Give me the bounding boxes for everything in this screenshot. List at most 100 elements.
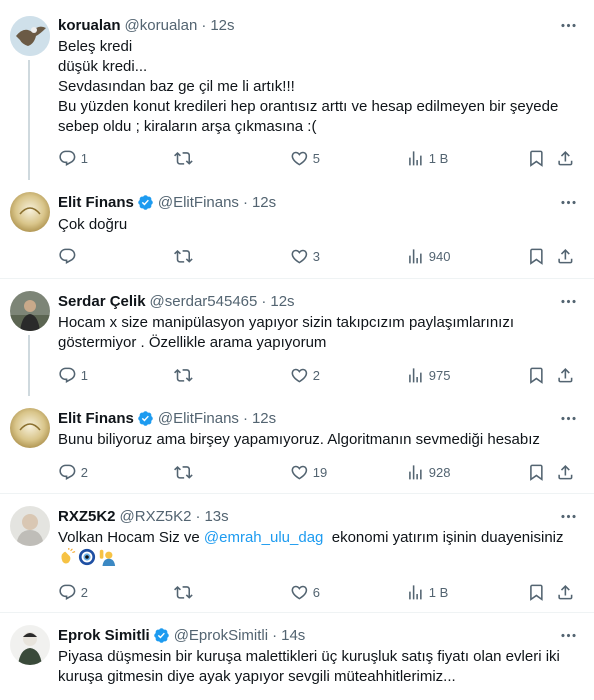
retweet-icon [174, 463, 193, 482]
author-handle[interactable]: @EprokSimitli [174, 627, 268, 644]
author-handle[interactable]: @ElitFinans [158, 410, 239, 427]
reply-icon [58, 583, 77, 602]
person-photo-avatar-image [10, 625, 50, 665]
tweet-serdar-celik[interactable]: Serdar Çelik @serdar545465 · 12s Hocam x… [0, 279, 594, 396]
views-button[interactable]: 928 [406, 462, 450, 482]
gold-logo-avatar-image [10, 192, 50, 232]
retweet-button[interactable] [174, 148, 193, 168]
tweet-text-part: ekonomi yatırım işinin duayenisiniz [323, 529, 564, 546]
retweet-icon [174, 149, 193, 168]
tweet-text: Beleş kredi düşük kredi... Sevdasından b… [58, 38, 559, 135]
views-button[interactable]: 1 B [406, 582, 448, 602]
author-handle[interactable]: @ElitFinans [158, 194, 239, 211]
like-button[interactable]: 5 [290, 148, 320, 168]
reply-count: 2 [80, 464, 88, 480]
reply-button[interactable]: 1 [58, 365, 88, 385]
tweet-text: Çok doğru [58, 216, 128, 233]
thread-line [28, 335, 30, 396]
bird-avatar-image [10, 16, 50, 56]
author-name[interactable]: Serdar Çelik [58, 293, 146, 310]
avatar[interactable] [10, 506, 50, 546]
views-button[interactable]: 975 [406, 365, 450, 385]
verified-badge-icon [137, 194, 154, 211]
retweet-icon [174, 583, 193, 602]
avatar[interactable] [10, 291, 50, 331]
bookmark-button[interactable] [527, 246, 546, 266]
tweet-korualan[interactable]: korualan @korualan · 12s Beleş kredi düş… [0, 0, 594, 182]
timestamp[interactable]: 12s [252, 194, 276, 211]
tweet-elitfinans-reply-1[interactable]: Elit Finans @ElitFinans · 12s Çok doğru … [0, 182, 594, 278]
tweet-rxz5k2[interactable]: RXZ5K2 @RXZ5K2 · 13s Volkan Hocam Siz ve… [0, 494, 594, 612]
avatar[interactable] [10, 192, 50, 232]
tweet-elitfinans-reply-2[interactable]: Elit Finans @ElitFinans · 12s Bunu biliy… [0, 396, 594, 493]
like-button[interactable]: 3 [290, 246, 320, 266]
more-options-button[interactable] [558, 15, 578, 35]
share-icon [556, 583, 575, 602]
share-button[interactable] [556, 148, 575, 168]
share-icon [556, 463, 575, 482]
tweet-eprok-simitli[interactable]: Eprok Simitli @EprokSimitli · 14s Piyasa… [0, 613, 594, 700]
views-button[interactable]: 940 [406, 246, 450, 266]
more-options-button[interactable] [558, 625, 578, 645]
share-icon [556, 366, 575, 385]
share-button[interactable] [556, 582, 575, 602]
author-name[interactable]: RXZ5K2 [58, 508, 116, 525]
verified-badge-icon [137, 410, 154, 427]
reply-icon [58, 366, 77, 385]
reply-icon [58, 463, 77, 482]
mention-link[interactable]: @emrah_ulu_dag [204, 529, 323, 546]
like-button[interactable]: 6 [290, 582, 320, 602]
bookmark-icon [527, 463, 546, 482]
timestamp[interactable]: 12s [210, 17, 234, 34]
retweet-button[interactable] [174, 462, 193, 482]
bookmark-button[interactable] [527, 148, 546, 168]
reply-button[interactable]: 2 [58, 582, 88, 602]
author-handle[interactable]: @serdar545465 [150, 293, 258, 310]
more-options-button[interactable] [558, 192, 578, 212]
timestamp[interactable]: 13s [204, 508, 228, 525]
avatar[interactable] [10, 625, 50, 665]
reply-button[interactable] [58, 246, 77, 266]
bookmark-button[interactable] [527, 582, 546, 602]
views-icon [406, 583, 425, 602]
retweet-button[interactable] [174, 365, 193, 385]
tweet-text: Piyasa düşmesin bir kuruşa malettikleri … [58, 648, 560, 685]
views-count: 928 [428, 464, 451, 480]
like-button[interactable]: 19 [290, 462, 327, 482]
more-icon [559, 292, 578, 311]
share-button[interactable] [556, 246, 575, 266]
more-options-button[interactable] [558, 506, 578, 526]
bookmark-button[interactable] [527, 365, 546, 385]
author-name[interactable]: Eprok Simitli [58, 627, 150, 644]
bookmark-button[interactable] [527, 462, 546, 482]
share-button[interactable] [556, 462, 575, 482]
author-handle[interactable]: @korualan [125, 17, 198, 34]
author-name[interactable]: Elit Finans [58, 410, 134, 427]
bookmark-icon [527, 583, 546, 602]
separator-dot: · [201, 16, 207, 34]
avatar[interactable] [10, 408, 50, 448]
timestamp[interactable]: 14s [281, 627, 305, 644]
retweet-icon [174, 247, 193, 266]
author-name[interactable]: korualan [58, 17, 121, 34]
like-button[interactable]: 2 [290, 365, 320, 385]
share-button[interactable] [556, 365, 575, 385]
person-photo-avatar-image [10, 506, 50, 546]
action-bar: 1 2 975 [58, 365, 582, 385]
views-button[interactable]: 1 B [406, 148, 448, 168]
like-count: 3 [312, 248, 320, 264]
views-count: 940 [428, 248, 451, 264]
views-count: 1 B [428, 150, 449, 166]
avatar[interactable] [10, 16, 50, 56]
author-name[interactable]: Elit Finans [58, 194, 134, 211]
more-options-button[interactable] [558, 291, 578, 311]
reply-button[interactable]: 1 [58, 148, 88, 168]
more-options-button[interactable] [558, 408, 578, 428]
retweet-button[interactable] [174, 246, 193, 266]
reply-button[interactable]: 2 [58, 462, 88, 482]
author-handle[interactable]: @RXZ5K2 [120, 508, 192, 525]
separator-dot: · [261, 292, 267, 310]
timestamp[interactable]: 12s [252, 410, 276, 427]
timestamp[interactable]: 12s [270, 293, 294, 310]
retweet-button[interactable] [174, 582, 193, 602]
